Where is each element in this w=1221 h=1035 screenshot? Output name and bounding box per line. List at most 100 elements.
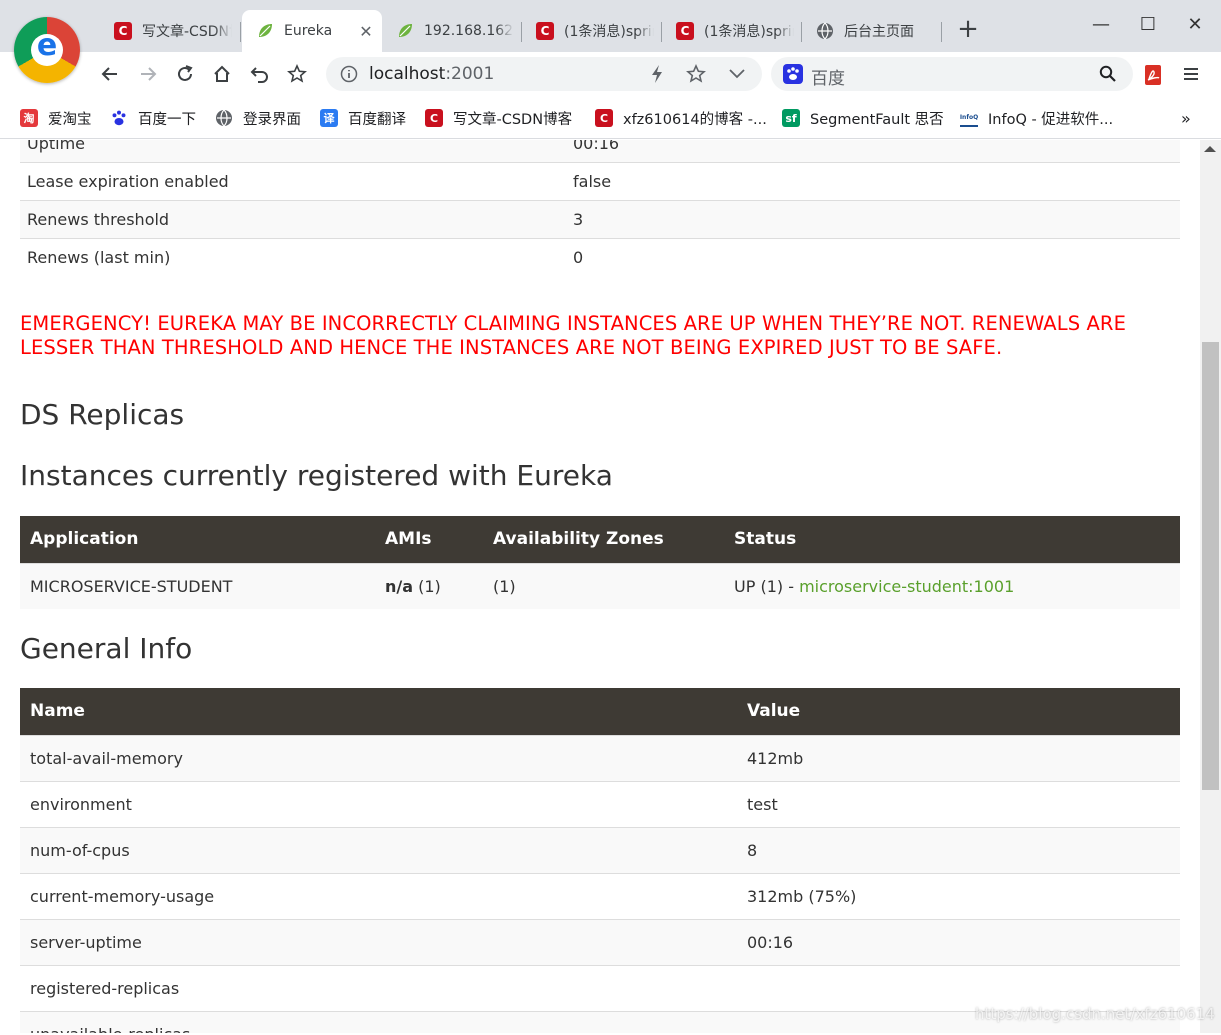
csdn-icon: C [425,109,443,127]
bookmark-csdn-write[interactable]: C 写文章-CSDN博客 [425,107,572,129]
status-name: Renews threshold [20,200,560,239]
csdn-icon: C [536,22,554,40]
info-name: registered-replicas [20,964,737,1011]
bookmark-login[interactable]: 登录界面 [215,107,301,129]
instance-amis-label: n/a [385,576,414,596]
instance-amis-count: (1) [413,576,441,596]
emergency-warning: EMERGENCY! EUREKA MAY BE INCORRECTLY CLA… [20,312,1126,359]
column-header-status: Status [724,516,1180,563]
column-header-zones: Availability Zones [483,516,724,563]
browser-logo-icon [14,17,80,83]
tab-eureka[interactable]: Eureka ✕ [242,10,382,52]
bookmark-label: 爱淘宝 [48,111,92,128]
home-icon[interactable] [208,60,236,88]
forward-arrow-icon[interactable] [134,60,162,88]
scroll-up-arrow-icon[interactable] [1204,146,1216,152]
bookmark-baidu-translate[interactable]: 译 百度翻译 [320,107,406,129]
bookmark-label: 写文章-CSDN博客 [453,111,573,128]
status-value: 0 [560,238,1180,277]
window-close-button[interactable]: ✕ [1180,12,1210,38]
pdf-icon[interactable] [1143,64,1165,90]
url-text: localhost:2001 [369,64,494,84]
bookmark-label: xfz610614的博客 -... [623,111,767,128]
tab-csdn-message-1[interactable]: C (1条消息)spring [522,10,662,52]
column-header-application: Application [20,516,375,563]
baidu-paw-icon [783,64,803,84]
tab-label: (1条消息)spring [564,24,654,40]
info-icon[interactable] [340,65,358,87]
close-icon[interactable]: ✕ [358,22,374,41]
general-info-heading: General Info [20,632,193,665]
tab-csdn-write[interactable]: C 写文章-CSDN博客 [100,10,240,52]
table-row: Lease expiration enabled false [20,162,1180,201]
column-header-value: Value [737,688,1180,735]
star-icon[interactable] [283,60,311,88]
search-icon[interactable] [1099,65,1117,87]
instance-status: UP (1) - microservice-student:1001 [724,562,1180,609]
globe-icon [816,22,834,40]
status-value: 00:16 [560,140,1180,163]
tab-admin-home[interactable]: 后台主页面 [802,10,942,52]
instance-link[interactable]: microservice-student:1001 [799,577,1014,596]
tab-label: 后台主页面 [844,24,914,40]
watermark: https://blog.csdn.net/xfz610614 [975,1005,1215,1023]
table-row: num-of-cpus 8 [20,826,1180,873]
menu-icon[interactable] [1182,65,1200,87]
back-arrow-icon[interactable] [96,60,124,88]
page-viewport: Uptime 00:16 Lease expiration enabled fa… [0,140,1200,1033]
table-row: MICROSERVICE-STUDENT n/a (1) (1) UP (1) … [20,562,1180,609]
infoq-icon: InfoQ [960,109,978,127]
globe-icon [215,109,233,127]
undo-icon[interactable] [246,60,274,88]
tab-csdn-message-2[interactable]: C (1条消息)spring [662,10,802,52]
info-name: num-of-cpus [20,826,737,873]
tab-label: (1条消息)spring [704,24,794,40]
bookmarks-bar: 淘 爱淘宝 百度一下 登录界面 译 百度翻译 C 写文章-CSDN博客 C xf… [0,97,1221,139]
table-row: environment test [20,780,1180,827]
table-row: Renews threshold 3 [20,200,1180,239]
bookmarks-more-button[interactable]: » [1181,107,1191,129]
reload-icon[interactable] [171,60,199,88]
bookmark-label: 百度翻译 [348,111,406,128]
maximize-button[interactable]: ☐ [1133,12,1163,38]
info-value: 312mb (75%) [737,872,1180,919]
instances-table: Application AMIs Availability Zones Stat… [20,516,1180,609]
info-name: unavailable-replicas [20,1010,737,1033]
scrollbar-thumb[interactable] [1202,342,1219,790]
baidu-paw-icon [110,109,128,127]
bookmark-infoq[interactable]: InfoQ InfoQ - 促进软件... [960,107,1113,129]
table-row: server-uptime 00:16 [20,918,1180,965]
vertical-scrollbar[interactable] [1200,140,1221,1033]
bookmark-baidu[interactable]: 百度一下 [110,107,196,129]
spring-leaf-icon [256,22,274,40]
info-value: 00:16 [737,918,1180,965]
taobao-icon: 淘 [20,109,38,127]
bookmark-segmentfault[interactable]: sf SegmentFault 思否 [782,107,944,129]
browser-toolbar: localhost:2001 百度 [0,52,1221,97]
bookmark-label: 登录界面 [243,111,301,128]
instance-amis: n/a (1) [375,562,483,609]
tab-label: 写文章-CSDN博客 [142,24,232,40]
tab-192-168[interactable]: 192.168.162 [382,10,522,52]
segmentfault-icon: sf [782,109,800,127]
column-header-name: Name [20,688,737,735]
search-input[interactable]: 百度 [771,57,1133,91]
info-value: 8 [737,826,1180,873]
info-name: environment [20,780,737,827]
chevron-down-icon[interactable] [728,66,746,86]
instance-status-prefix: UP (1) - [734,576,800,596]
bookmark-label: 百度一下 [138,111,196,128]
status-name: Lease expiration enabled [20,162,560,201]
new-tab-button[interactable]: + [956,16,980,44]
table-row: Renews (last min) 0 [20,238,1180,277]
info-name: server-uptime [20,918,737,965]
csdn-icon: C [595,109,613,127]
csdn-icon: C [676,22,694,40]
lightning-icon[interactable] [648,64,666,88]
minimize-button[interactable]: — [1086,12,1116,38]
bookmark-aitaobao[interactable]: 淘 爱淘宝 [20,107,92,129]
bookmark-star-icon[interactable] [686,64,706,88]
bookmark-csdn-blog[interactable]: C xfz610614的博客 -... [595,107,767,129]
status-name: Renews (last min) [20,238,560,277]
address-bar[interactable]: localhost:2001 [326,57,762,91]
